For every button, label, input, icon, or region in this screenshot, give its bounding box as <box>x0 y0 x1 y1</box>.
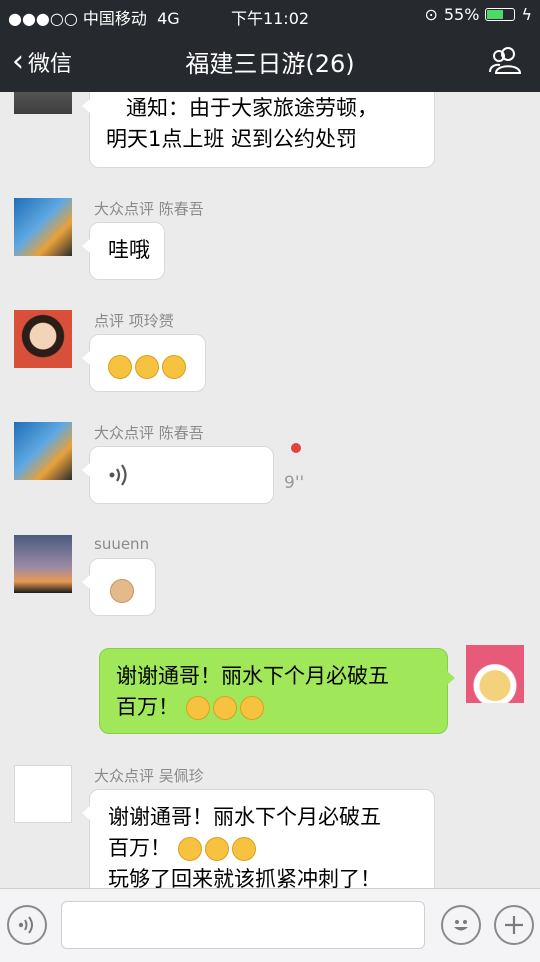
determined-emoji <box>239 696 264 720</box>
emoji-button[interactable] <box>441 905 481 945</box>
message-input[interactable] <box>61 901 425 949</box>
message-bubble[interactable]: 哇哦 <box>82 222 165 280</box>
smiley-icon <box>454 920 468 931</box>
ok-hand-emoji <box>110 579 134 603</box>
avatar[interactable] <box>14 310 72 368</box>
sender-name: suuenn <box>94 535 150 553</box>
determined-emoji <box>177 837 202 861</box>
laugh-tears-emoji <box>135 355 159 379</box>
voice-icon <box>18 916 33 934</box>
laugh-tears-emoji <box>108 355 132 379</box>
determined-emoji <box>231 837 256 861</box>
voice-wave-icon <box>109 464 127 486</box>
group-members-icon <box>489 47 522 74</box>
laugh-tears-emoji <box>162 355 186 379</box>
avatar[interactable] <box>466 645 524 703</box>
message-text: 明天1点上班 迟到公约处罚 <box>106 127 358 151</box>
rotation-lock-icon: ⊙ <box>424 5 438 24</box>
avatar[interactable] <box>14 765 72 823</box>
message-text: 百万！ <box>116 695 179 719</box>
more-button[interactable] <box>494 905 534 945</box>
input-bar <box>0 888 540 962</box>
determined-emoji <box>212 696 237 720</box>
battery-icon <box>485 8 516 21</box>
charging-icon: ϟ <box>521 5 532 24</box>
chat-area[interactable]: 通知：由于大家旅途劳顿， 明天1点上班 迟到公约处罚 大众点评 陈春吾 哇哦 点… <box>0 92 540 888</box>
status-right: ⊙ 55% ϟ <box>424 5 532 24</box>
sender-name: 大众点评 吴佩珍 <box>94 767 204 785</box>
group-members-button[interactable] <box>488 46 522 78</box>
determined-emoji <box>185 696 210 720</box>
sender-name: 大众点评 陈春吾 <box>94 424 204 442</box>
plus-icon <box>505 916 523 934</box>
avatar[interactable] <box>14 92 72 114</box>
message-bubble[interactable] <box>82 334 206 392</box>
message-text: 谢谢通哥！丽水下个月必破五 <box>108 805 381 829</box>
battery-percent: 55% <box>443 5 480 24</box>
avatar[interactable] <box>14 422 72 480</box>
voice-duration: 9'' <box>284 473 305 493</box>
chat-title: 福建三日游(26) <box>185 50 355 78</box>
message-text: 哇哦 <box>108 238 150 262</box>
message-text: 谢谢通哥！丽水下个月必破五 <box>116 664 389 688</box>
determined-emoji <box>204 837 229 861</box>
message-text: 通知：由于大家旅途劳顿， <box>126 96 378 120</box>
voice-input-button[interactable] <box>7 905 47 945</box>
message-text: 玩够了回来就该抓紧冲刺了！ <box>108 867 381 888</box>
message-bubble[interactable]: 通知：由于大家旅途劳顿， 明天1点上班 迟到公约处罚 <box>82 92 435 168</box>
voice-message-bubble[interactable] <box>82 446 274 504</box>
sender-name: 大众点评 陈春吾 <box>94 200 204 218</box>
message-bubble[interactable]: 谢谢通哥！丽水下个月必破五 百万！ <box>99 648 455 734</box>
avatar[interactable] <box>14 198 72 256</box>
message-bubble[interactable]: 谢谢通哥！丽水下个月必破五 百万！ 玩够了回来就该抓紧冲刺了！ <box>82 789 435 888</box>
nav-bar: ‹ 微信 福建三日游(26) <box>0 30 540 92</box>
unread-dot <box>291 443 301 453</box>
status-bar: ●●●○○ 中国移动 4G 下午11:02 ⊙ 55% ϟ <box>0 0 540 30</box>
sender-name: 点评 项玲赟 <box>94 312 174 330</box>
message-bubble[interactable] <box>82 558 156 616</box>
avatar[interactable] <box>14 535 72 593</box>
message-text: 百万！ <box>108 836 171 860</box>
